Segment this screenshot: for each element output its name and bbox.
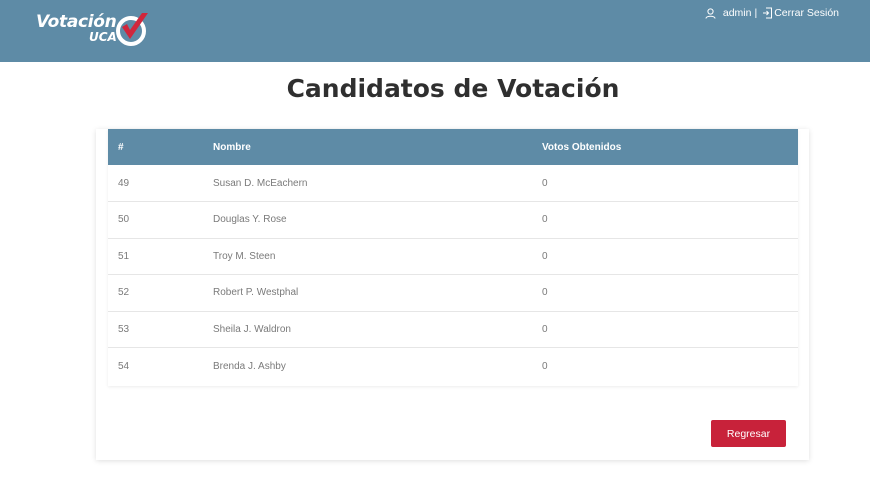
user-icon [704, 6, 718, 20]
candidates-table: # Nombre Votos Obtenidos 49 Susan D. McE… [108, 129, 798, 384]
brand-subtitle: UCA [89, 30, 117, 44]
cell-name: Troy M. Steen [213, 250, 276, 262]
brand-logo[interactable]: Votación UCA [36, 10, 151, 50]
cell-votes: 0 [542, 214, 548, 226]
column-header-votes: Votos Obtenidos [542, 141, 622, 153]
separator: | [754, 7, 758, 19]
cell-name: Brenda J. Ashby [213, 360, 286, 372]
cell-votes: 0 [542, 177, 548, 189]
cell-number: 50 [118, 214, 130, 226]
column-header-number: # [118, 141, 124, 153]
cell-number: 54 [118, 360, 130, 372]
cell-votes: 0 [542, 250, 548, 262]
cell-name: Susan D. McEachern [213, 177, 308, 189]
cell-name: Sheila J. Waldron [213, 323, 291, 335]
cell-name: Robert P. Westphal [213, 287, 299, 299]
table-row: 53 Sheila J. Waldron 0 [108, 311, 798, 348]
table-row: 54 Brenda J. Ashby 0 [108, 347, 798, 385]
user-menu: admin | Cerrar Sesión [704, 6, 839, 20]
logout-icon[interactable] [760, 6, 774, 20]
table-row: 51 Troy M. Steen 0 [108, 238, 798, 275]
brand-title: Votación [36, 12, 117, 32]
cell-name: Douglas Y. Rose [213, 214, 287, 226]
column-header-name: Nombre [213, 141, 251, 153]
cell-votes: 0 [542, 323, 548, 335]
checkmark-logo-icon [116, 13, 148, 46]
table-header-row: # Nombre Votos Obtenidos [108, 129, 798, 165]
cell-votes: 0 [542, 287, 548, 299]
username-link[interactable]: admin [723, 7, 752, 19]
candidates-card: # Nombre Votos Obtenidos 49 Susan D. McE… [96, 129, 809, 460]
table-row: 49 Susan D. McEachern 0 [108, 165, 798, 202]
page-title: Candidatos de Votación [286, 74, 620, 103]
table-row: 52 Robert P. Westphal 0 [108, 274, 798, 312]
logout-link[interactable]: Cerrar Sesión [774, 7, 839, 19]
cell-number: 49 [118, 177, 130, 189]
table-row: 50 Douglas Y. Rose 0 [108, 201, 798, 239]
cell-votes: 0 [542, 360, 548, 372]
top-navbar: Votación UCA admin | Cerrar Sesión [0, 0, 870, 62]
back-button[interactable]: Regresar [711, 420, 786, 447]
cell-number: 51 [118, 250, 130, 262]
cell-number: 52 [118, 287, 130, 299]
candidates-table-container: # Nombre Votos Obtenidos 49 Susan D. McE… [108, 129, 798, 386]
cell-number: 53 [118, 323, 130, 335]
